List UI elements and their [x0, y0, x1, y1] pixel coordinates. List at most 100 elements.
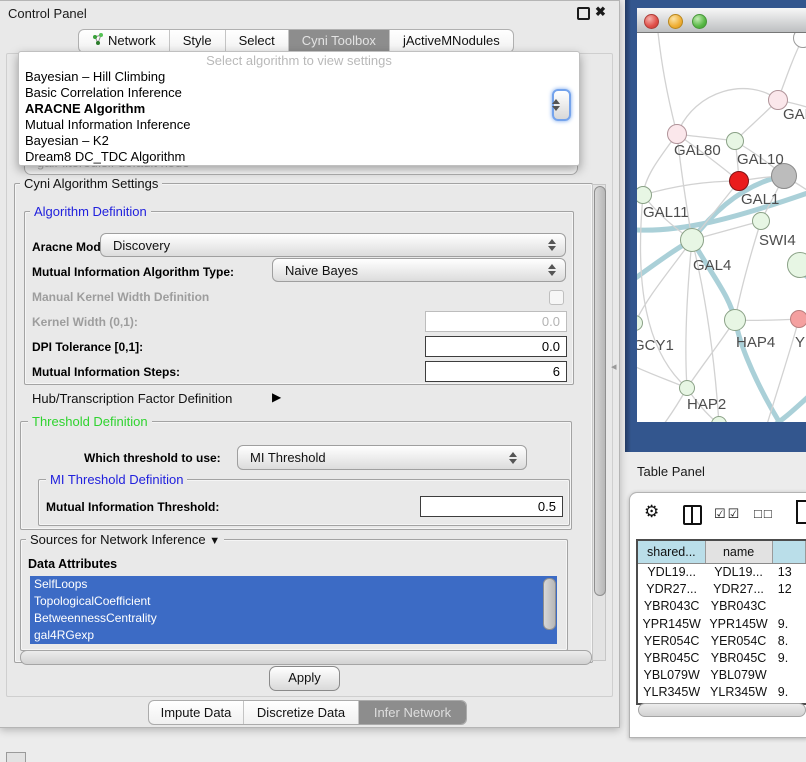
network-node[interactable]: [724, 309, 746, 331]
network-node[interactable]: [680, 228, 704, 252]
kernel-width-label: Kernel Width (0,1):: [32, 315, 138, 329]
close-icon[interactable]: ✖: [595, 4, 606, 20]
mi-threshold-label: Mutual Information Threshold:: [46, 500, 219, 514]
table-row[interactable]: YLR345WYLR345W9.: [638, 684, 806, 701]
table-header-row: shared... name: [638, 541, 806, 564]
network-node[interactable]: [667, 124, 687, 144]
gear-icon[interactable]: ⚙: [644, 502, 659, 522]
column-header-name[interactable]: name: [706, 541, 773, 563]
dpi-tolerance-field[interactable]: 0.0: [425, 336, 567, 357]
table-row[interactable]: YBR045CYBR045C9.: [638, 650, 806, 667]
attribute-item-selected[interactable]: gal4RGexp: [30, 627, 557, 644]
mi-algorithm-type-select[interactable]: Naive Bayes: [272, 258, 566, 282]
mi-threshold-field[interactable]: 0.5: [420, 496, 563, 517]
hub-definition-toggle[interactable]: Hub/Transcription Factor Definition: [32, 391, 232, 406]
algorithm-dropdown-popup: Select algorithm to view settings Bayesi…: [18, 51, 580, 166]
window-title: Control Panel: [8, 6, 87, 21]
network-node[interactable]: [726, 132, 744, 150]
table-row[interactable]: YER054CYER054C8.: [638, 633, 806, 650]
node-label: GCY1: [637, 337, 674, 354]
tab-network[interactable]: Network: [79, 30, 170, 52]
apply-button[interactable]: Apply: [269, 666, 340, 691]
table-rows: YDL19...YDL19...13 YDR27...YDR27...12 YB…: [638, 564, 806, 705]
network-node[interactable]: [790, 310, 806, 328]
dropdown-item[interactable]: Dream8 DC_TDC Algorithm: [19, 149, 579, 165]
tab-impute-data[interactable]: Impute Data: [149, 701, 244, 724]
tab-select[interactable]: Select: [226, 30, 289, 52]
expanded-triangle-icon[interactable]: ▼: [209, 535, 220, 547]
control-panel-tabs: Network Style Select Cyni Toolbox jActiv…: [78, 29, 514, 53]
aracne-mode-select[interactable]: Discovery: [100, 233, 566, 257]
mi-steps-label: Mutual Information Steps:: [32, 365, 180, 379]
table-row[interactable]: YBL079WYBL079W: [638, 667, 806, 684]
list-scrollbar-thumb[interactable]: [543, 578, 556, 630]
minimized-panel-icon[interactable]: [6, 752, 26, 762]
node-label: GAL4: [693, 257, 731, 274]
table-row[interactable]: YDL19...YDL19...13: [638, 564, 806, 581]
node-label: GAL80: [674, 142, 721, 159]
node-table: shared... name YDL19...YDL19...13 YDR27.…: [636, 539, 806, 705]
collapsed-triangle-icon[interactable]: ▶: [272, 390, 281, 404]
dropdown-item[interactable]: Bayesian – K2: [19, 133, 579, 149]
node-label: HAP2: [687, 396, 726, 413]
column-layout-icon[interactable]: [683, 505, 702, 525]
spinner-arrows-icon: [547, 263, 556, 277]
splitpane-collapse-icon[interactable]: ◂: [611, 360, 617, 373]
zoom-traffic-icon[interactable]: [692, 14, 707, 29]
tab-style[interactable]: Style: [170, 30, 226, 52]
which-threshold-select[interactable]: MI Threshold: [237, 445, 527, 470]
settings-scrollbar-thumb[interactable]: [594, 186, 606, 596]
network-canvas[interactable]: GAL GAL80 GAL10 GAL1 GAL11 SWI4 GAL4 HAP…: [637, 33, 806, 422]
tab-cyni-toolbox[interactable]: Cyni Toolbox: [289, 30, 390, 52]
close-traffic-icon[interactable]: [644, 14, 659, 29]
tab-infer-network[interactable]: Infer Network: [359, 701, 466, 724]
deselect-all-checkboxes-icon[interactable]: □□: [754, 506, 774, 521]
spinner-arrows-icon: [547, 238, 556, 252]
table-row[interactable]: YPR145WYPR145W9.: [638, 616, 806, 633]
group-title: MI Threshold Definition: [46, 472, 187, 487]
mi-steps-field[interactable]: 6: [425, 361, 567, 382]
float-window-icon[interactable]: [577, 7, 590, 20]
table-horizontal-scrollbar[interactable]: [638, 703, 806, 717]
table-row[interactable]: YDR27...YDR27...12: [638, 581, 806, 598]
control-panel-window: Control Panel ✖ Network Style Select Cyn…: [0, 0, 620, 728]
dropdown-item[interactable]: Basic Correlation Inference: [19, 85, 579, 101]
column-header-shared-name[interactable]: shared...: [638, 541, 706, 563]
horizontal-scrollbar[interactable]: [20, 650, 592, 665]
attribute-item-selected[interactable]: SelfLoops: [30, 576, 557, 593]
node-label: GAL1: [741, 191, 779, 208]
group-title: Cyni Algorithm Settings: [20, 176, 162, 191]
node-label: GAL10: [737, 151, 784, 168]
kernel-width-field[interactable]: 0.0: [425, 311, 567, 332]
dropdown-item-selected[interactable]: ARACNE Algorithm: [19, 101, 579, 117]
select-all-checkboxes-icon[interactable]: ☑☑: [714, 506, 741, 522]
network-node-selected[interactable]: [729, 171, 749, 191]
manual-kernel-checkbox[interactable]: [549, 290, 564, 305]
node-label: HAP4: [736, 334, 775, 351]
table-panel-title: Table Panel: [637, 464, 705, 479]
table-row[interactable]: YBR043CYBR043C: [638, 598, 806, 615]
column-header-partial[interactable]: [773, 541, 806, 563]
dpi-tolerance-label: DPI Tolerance [0,1]:: [32, 340, 143, 354]
which-threshold-label: Which threshold to use:: [84, 451, 221, 465]
page-icon[interactable]: [796, 500, 806, 524]
network-node[interactable]: [679, 380, 695, 396]
focused-combo-arrow-button[interactable]: [552, 89, 571, 121]
mi-type-label: Mutual Information Algorithm Type:: [32, 265, 234, 279]
dropdown-item[interactable]: Mutual Information Inference: [19, 117, 579, 133]
network-node[interactable]: [787, 252, 806, 278]
dropdown-item[interactable]: Bayesian – Hill Climbing: [19, 69, 579, 85]
network-window-titlebar[interactable]: [637, 8, 806, 33]
minimize-traffic-icon[interactable]: [668, 14, 683, 29]
group-title: Sources for Network Inference ▼: [26, 532, 224, 547]
attribute-item-selected[interactable]: TopologicalCoefficient: [30, 593, 557, 610]
data-attributes-label: Data Attributes: [28, 557, 117, 571]
spinner-arrows-icon: [508, 451, 517, 465]
attribute-item-selected[interactable]: BetweennessCentrality: [30, 610, 557, 627]
bottom-tabs: Impute Data Discretize Data Infer Networ…: [148, 700, 467, 725]
node-label: GAL11: [643, 204, 689, 221]
tab-jactivemnodules[interactable]: jActiveMNodules: [390, 30, 513, 52]
network-node[interactable]: [752, 212, 770, 230]
tab-discretize-data[interactable]: Discretize Data: [244, 701, 359, 724]
node-label: GAL: [783, 106, 806, 123]
